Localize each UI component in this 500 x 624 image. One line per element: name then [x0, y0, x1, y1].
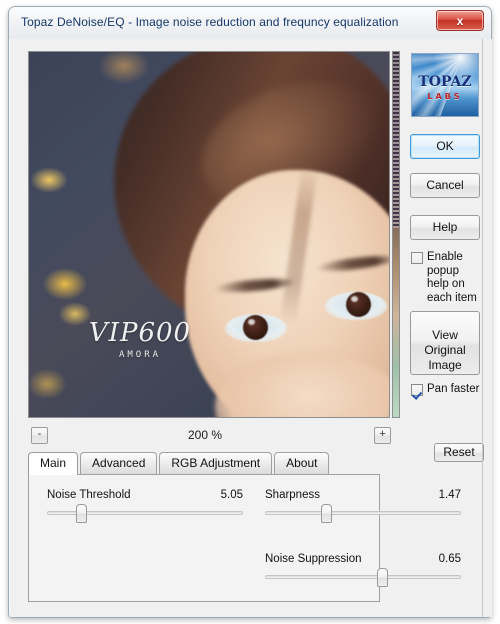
ok-button[interactable]: OK	[410, 134, 480, 159]
image-preview[interactable]: VIP600 AMORA	[28, 51, 390, 418]
zoom-in-button[interactable]: +	[374, 427, 391, 444]
zoom-level-label: 200 %	[187, 428, 223, 442]
slider-noise-threshold-label: Noise Threshold	[47, 489, 131, 501]
slider-sharpness-track[interactable]	[265, 504, 461, 523]
slider-sharpness-thumb[interactable]	[321, 504, 333, 523]
slider-noise-suppression-track[interactable]	[265, 568, 461, 587]
preview-scrollbar-thumb[interactable]	[393, 52, 399, 228]
tab-main[interactable]: Main	[28, 452, 79, 475]
close-icon[interactable]: x	[436, 10, 484, 31]
reset-button[interactable]: Reset	[434, 443, 484, 462]
help-button[interactable]: Help	[410, 215, 480, 240]
slider-noise-suppression-label: Noise Suppression	[265, 553, 362, 565]
slider-sharpness-value: 1.47	[438, 489, 461, 501]
topaz-labs-logo: TOPAZ LABS	[411, 53, 479, 117]
image-iris-left	[243, 315, 268, 340]
tab-panel-main: Noise Threshold 5.05 Sharpness 1.47 Nois…	[28, 474, 461, 602]
slider-noise-threshold-value: 5.05	[220, 489, 243, 501]
view-original-image-button[interactable]: View Original Image	[410, 311, 480, 375]
tab-bar: Main Advanced RGB Adjustment About	[28, 452, 331, 475]
checkbox-pan-faster[interactable]: Pan faster	[411, 383, 491, 397]
slider-noise-suppression-value: 0.65	[438, 553, 461, 565]
panel-divider	[482, 39, 483, 617]
cancel-button[interactable]: Cancel	[410, 173, 480, 198]
preview-vertical-scrollbar[interactable]	[392, 51, 400, 418]
slider-noise-threshold-track[interactable]	[47, 504, 243, 523]
preview-image: VIP600 AMORA	[29, 52, 389, 417]
checkbox-pan-faster-box[interactable]	[411, 384, 423, 396]
checkbox-enable-popup-help-box[interactable]	[411, 252, 423, 264]
tab-advanced[interactable]: Advanced	[80, 452, 158, 474]
image-iris-right	[346, 292, 371, 317]
checkbox-enable-popup-help[interactable]: Enable popup help on each item	[411, 251, 483, 305]
application-window: Topaz DeNoise/EQ - Image noise reduction…	[8, 6, 492, 618]
logo-brand-text: TOPAZ	[418, 74, 472, 90]
logo-sub-text: LABS	[427, 92, 463, 101]
tab-rgb-adjustment[interactable]: RGB Adjustment	[159, 452, 273, 474]
checkbox-enable-popup-help-label: Enable popup help on each item	[427, 251, 477, 304]
slider-noise-suppression-thumb[interactable]	[377, 568, 389, 587]
window-title: Topaz DeNoise/EQ - Image noise reduction…	[21, 15, 399, 29]
slider-noise-threshold-thumb[interactable]	[75, 504, 87, 523]
zoom-out-button[interactable]: -	[31, 427, 48, 444]
slider-sharpness-label: Sharpness	[265, 489, 320, 501]
client-area: VIP600 AMORA - 200 % + Main Advanced RGB…	[10, 39, 492, 617]
title-bar: Topaz DeNoise/EQ - Image noise reduction…	[9, 7, 491, 39]
tab-about[interactable]: About	[274, 452, 330, 474]
